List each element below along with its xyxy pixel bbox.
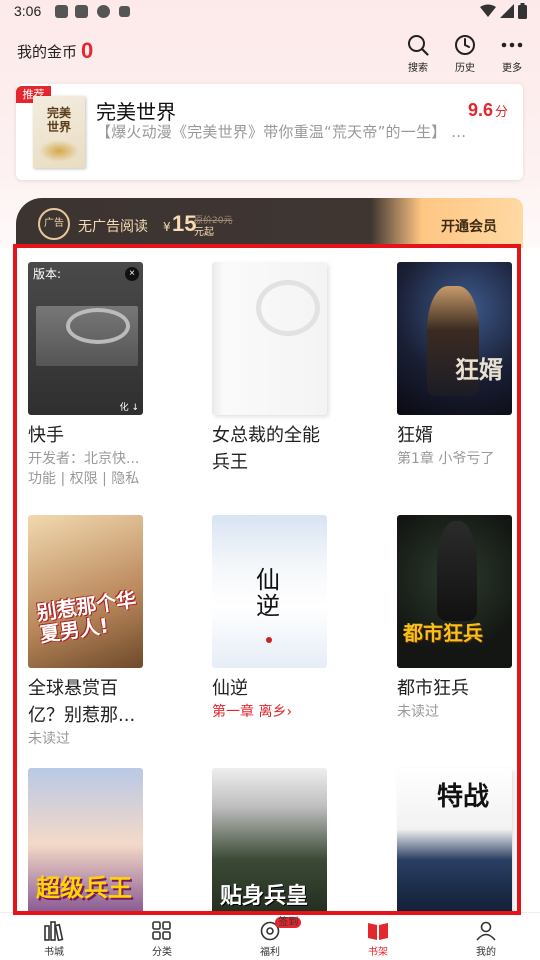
book-cover: 别惹那个华夏男人! [28,515,143,668]
cover-title: 别惹那个华夏男人! [35,587,138,647]
bookstore-icon [44,921,64,941]
book-cover: 都市狂兵 [397,515,512,668]
app-logo-icon [66,308,130,344]
nav-bookstore[interactable]: 书城 [0,913,108,960]
book-title: 狂婿 [397,425,433,446]
recommended-book-card[interactable]: 推荐 完美世界 完美世界 9.6 分 【爆火动漫《完美世界》带你重温“荒天帝”的一… [16,84,523,180]
book-title: 都市狂兵 [397,678,469,699]
book-title-block: 快手 开发者：北京快... 功能 | 权限 | 隐私 [28,422,148,489]
book-title: 仙逆 [212,678,248,699]
alert-icon [97,5,110,18]
signal-icon [500,4,514,18]
nav-profile[interactable]: 我的 [432,913,540,960]
book-title-block: 全球悬赏百亿？别惹那... 未读过 [28,675,148,749]
nav-label: 我的 [476,947,496,958]
price-suffix: 元起 [194,227,214,238]
wifi-icon [480,4,496,17]
more-icon [501,42,523,48]
book-links[interactable]: 功能 | 权限 | 隐私 [28,469,148,489]
book-title: 快手 [28,425,64,446]
my-coins[interactable]: 我的金币 0 [17,36,93,66]
history-icon [455,35,475,55]
price-currency: ¥ [163,220,171,234]
no-ads-label: 无广告阅读 [78,219,148,235]
category-icon [152,921,171,940]
book-developer: 开发者：北京快... [28,451,140,467]
book-title-block: 都市狂兵 未读过 [397,675,517,722]
nav-label: 书架 [368,947,388,958]
book-cover: 狂婿 [397,262,512,415]
cover-corner-label: 化 ↓ [119,403,139,413]
search-label: 搜索 [408,63,428,74]
cover-title: 完美世界 [47,106,72,134]
notification-icon [55,5,68,18]
score-value: 9.6 [467,100,493,120]
more-button[interactable]: 更多 [492,34,532,74]
book-status[interactable]: 第一章 离乡› [212,702,332,722]
profile-icon [476,921,496,941]
more-label: 更多 [502,63,522,74]
close-icon[interactable]: × [125,267,139,281]
nav-label: 书城 [44,947,64,958]
nav-bookshelf[interactable]: 书架 [324,913,432,960]
recommended-book-cover: 完美世界 [33,96,85,168]
history-button[interactable]: 历史 [445,34,485,74]
recommended-book-description: 【爆火动漫《完美世界》带你重温“荒天帝”的一生】 ... [96,123,467,141]
cover-version-label: 版本: [33,267,62,281]
history-label: 历史 [455,63,475,74]
status-bar: 3:06 [0,0,540,26]
search-button[interactable]: 搜索 [398,34,438,74]
cover-seal [266,637,272,643]
book-cover: 仙逆 [212,515,327,668]
book-title-block: 女总裁的全能兵王 [212,422,332,476]
checkin-badge: 签到 [275,917,302,928]
bookshelf-grid: 版本: × 化 ↓ 快手 开发者：北京快... 功能 | 权限 | 隐私 女总裁… [0,248,540,911]
cover-title: 贴身兵皇 [220,884,309,909]
cover-title: 仙逆 [256,566,280,620]
book-status: 第1章 小爷亏了 [397,451,495,467]
nav-label: 福利 [260,947,280,958]
nav-category[interactable]: 分类 [108,913,216,960]
bookshelf-icon [368,923,388,940]
book-cover [212,262,327,415]
cover-title: 超级兵王 [36,874,132,902]
notification-icon [75,5,88,18]
nav-welfare[interactable]: 签到 福利 [216,913,324,960]
cover-title: 特战 [437,782,490,812]
cover-title: 都市狂兵 [403,621,483,645]
vip-banner[interactable]: 广告 无广告阅读 ¥ 15 原价20元 元起 开通会员 [16,198,523,248]
app-notification-icon [119,6,130,17]
book-cover: 超级兵王 [28,768,143,911]
bottom-navigation: 书城 分类 签到 福利 书架 我的 [0,912,540,960]
open-vip-button[interactable]: 开通会员 [441,216,497,236]
vip-price: 15 [172,211,197,236]
no-ads-icon: 广告 [38,208,70,240]
book-cover: 特战 [397,768,512,911]
book-title-block: 仙逆 第一章 离乡› [212,675,332,722]
cover-title: 狂婿 [455,356,503,384]
book-title: 女总裁的全能兵王 [212,425,320,473]
book-cover: 版本: × 化 ↓ [28,262,143,415]
coins-label: 我的金币 [17,42,78,61]
search-icon [408,35,429,56]
book-title: 全球悬赏百亿？别惹那... [28,678,136,726]
nav-label: 分类 [152,947,172,958]
status-time: 3:06 [14,3,42,19]
book-status: 未读过 [28,731,70,747]
book-status: 未读过 [397,704,439,720]
cover-art [437,521,477,621]
book-title-block: 狂婿 第1章 小爷亏了 [397,422,517,469]
battery-icon [518,3,527,19]
cover-art [39,140,79,162]
book-cover: 贴身兵皇 [212,768,327,911]
app-logo-icon [256,280,320,336]
coins-value: 0 [81,38,94,63]
